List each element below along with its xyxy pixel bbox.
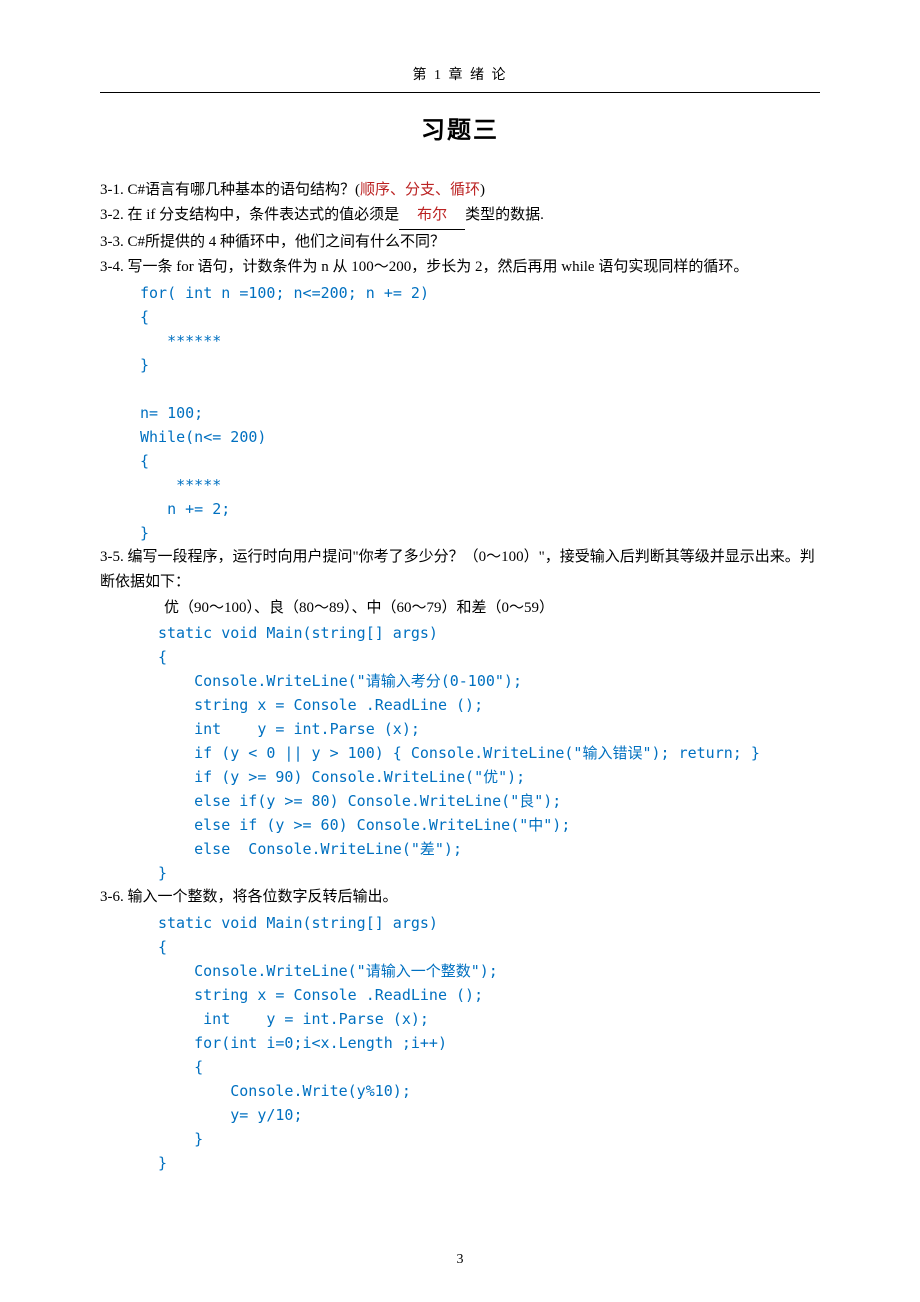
question-3-4: 3-4. 写一条 for 语句，计数条件为 n 从 100～200，步长为 2，… <box>100 255 820 281</box>
code-block-3-6: static void Main(string[] args) { Consol… <box>158 911 820 1175</box>
q-num: 3-2. <box>100 203 124 229</box>
q-text: C#所提供的 4 种循环中，他们之间有什么不同？ <box>128 234 446 250</box>
q-text-b: 类型的数据. <box>465 207 544 223</box>
q-text: 编写一段程序，运行时向用户提问"你考了多少分？（0～100）"，接受输入后判断其… <box>100 549 815 591</box>
q-num: 3-6. <box>100 885 124 911</box>
q-blank: 布尔 <box>399 203 465 230</box>
q-text: 输入一个整数，将各位数字反转后输出。 <box>128 889 398 905</box>
page-header: 第 1 章 绪 论 <box>100 64 820 93</box>
q-text: 写一条 for 语句，计数条件为 n 从 100～200，步长为 2，然后再用 … <box>124 259 749 275</box>
page-title: 习题三 <box>100 111 820 152</box>
question-3-1: 3-1. C#语言有哪几种基本的语句结构？(顺序、分支、循环) <box>100 178 820 204</box>
q-num: 3-4. <box>100 255 124 281</box>
question-3-5: 3-5. 编写一段程序，运行时向用户提问"你考了多少分？（0～100）"，接受输… <box>100 545 820 596</box>
q5-criteria: 优（90～100）、良（80～89）、中（60～79）和差（0～59） <box>164 596 820 622</box>
question-3-3: 3-3. C#所提供的 4 种循环中，他们之间有什么不同？ <box>100 230 820 256</box>
code-block-3-4: for( int n =100; n<=200; n += 2) { *****… <box>140 281 820 545</box>
q-close: ) <box>480 182 485 198</box>
q-num: 3-1. <box>100 178 124 204</box>
q-text: C#语言有哪几种基本的语句结构？( <box>128 182 361 198</box>
q-answer: 顺序、分支、循环 <box>360 182 480 198</box>
question-3-2: 3-2. 在 if 分支结构中，条件表达式的值必须是 布尔 类型的数据. <box>100 203 820 230</box>
page-number: 3 <box>0 1248 920 1272</box>
code-block-3-5: static void Main(string[] args) { Consol… <box>158 621 820 885</box>
question-3-6: 3-6. 输入一个整数，将各位数字反转后输出。 <box>100 885 820 911</box>
q-text-a: 在 if 分支结构中，条件表达式的值必须是 <box>128 207 400 223</box>
q-num: 3-5. <box>100 545 124 571</box>
q-num: 3-3. <box>100 230 124 256</box>
page: 第 1 章 绪 论 习题三 3-1. C#语言有哪几种基本的语句结构？(顺序、分… <box>0 0 920 1302</box>
